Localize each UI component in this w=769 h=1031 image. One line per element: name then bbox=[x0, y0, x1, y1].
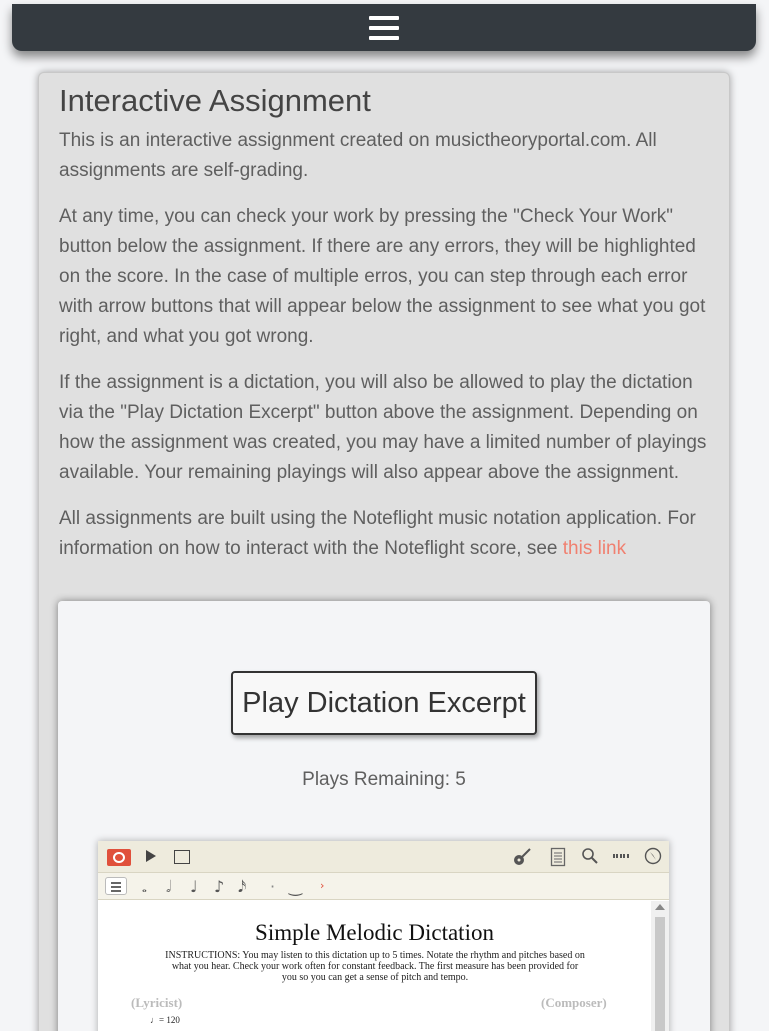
intro-paragraph: This is an interactive assignment create… bbox=[59, 130, 657, 181]
noteflight-paragraph: All assignments are built using the Note… bbox=[59, 504, 715, 564]
whole-note-icon[interactable]: 𝅝 bbox=[142, 881, 147, 896]
noteflight-toolbar bbox=[98, 841, 669, 873]
eighth-note-icon[interactable]: ♪ bbox=[214, 877, 224, 896]
palette-menu-icon[interactable] bbox=[105, 877, 127, 895]
play-icon[interactable] bbox=[146, 850, 156, 862]
score-title: Simple Melodic Dictation bbox=[255, 920, 494, 945]
stop-icon[interactable] bbox=[174, 850, 190, 864]
zoom-icon[interactable] bbox=[581, 847, 599, 870]
noteflight-logo-icon[interactable] bbox=[107, 849, 131, 866]
plays-remaining: Plays Remaining: 5 bbox=[302, 769, 466, 790]
score-page[interactable]: Simple Melodic Dictation INSTRUCTIONS: Y… bbox=[98, 901, 651, 1031]
hamburger-menu-icon[interactable] bbox=[369, 15, 399, 41]
scroll-up-icon[interactable] bbox=[655, 904, 665, 910]
half-note-icon[interactable]: 𝅗𝅥 bbox=[166, 877, 171, 897]
score-composer: (Composer) bbox=[541, 995, 607, 1010]
assignment-card: Interactive Assignment This is an intera… bbox=[38, 72, 730, 1031]
quarter-note-icon[interactable]: ♩ bbox=[190, 877, 198, 896]
top-navbar bbox=[12, 4, 756, 51]
tie-icon[interactable]: ‿ bbox=[289, 877, 302, 896]
score-lyricist: (Lyricist) bbox=[131, 995, 183, 1010]
guitar-icon[interactable] bbox=[512, 847, 532, 872]
play-dictation-button[interactable]: Play Dictation Excerpt bbox=[231, 671, 537, 735]
score-scrollbar[interactable] bbox=[651, 901, 669, 1031]
sixteenth-note-icon[interactable]: 𝅘𝅥𝅯 bbox=[238, 877, 246, 897]
keyboard-icon[interactable] bbox=[612, 847, 632, 870]
scroll-thumb[interactable] bbox=[655, 917, 665, 1031]
document-icon[interactable] bbox=[550, 847, 566, 872]
compass-icon[interactable] bbox=[644, 847, 662, 870]
dictation-panel: Play Dictation Excerpt Plays Remaining: … bbox=[58, 601, 710, 1031]
dot-icon[interactable]: · bbox=[270, 877, 275, 896]
score-instructions: INSTRUCTIONS: You may listen to this dic… bbox=[165, 950, 585, 983]
more-icon[interactable]: › bbox=[320, 879, 324, 892]
check-work-paragraph: At any time, you can check your work by … bbox=[59, 206, 706, 347]
dictation-paragraph: If the assignment is a dictation, you wi… bbox=[59, 372, 707, 483]
score-tempo: ♩= 120 bbox=[150, 1015, 180, 1025]
noteflight-palette: 𝅝 𝅗𝅥 ♩ ♪ 𝅘𝅥𝅯 · ‿ › bbox=[98, 873, 669, 900]
noteflight-help-link[interactable]: this link bbox=[563, 538, 626, 559]
noteflight-embed: 𝅝 𝅗𝅥 ♩ ♪ 𝅘𝅥𝅯 · ‿ › Simple Melodic Dictat… bbox=[98, 841, 669, 1031]
page-title: Interactive Assignment bbox=[59, 83, 371, 118]
